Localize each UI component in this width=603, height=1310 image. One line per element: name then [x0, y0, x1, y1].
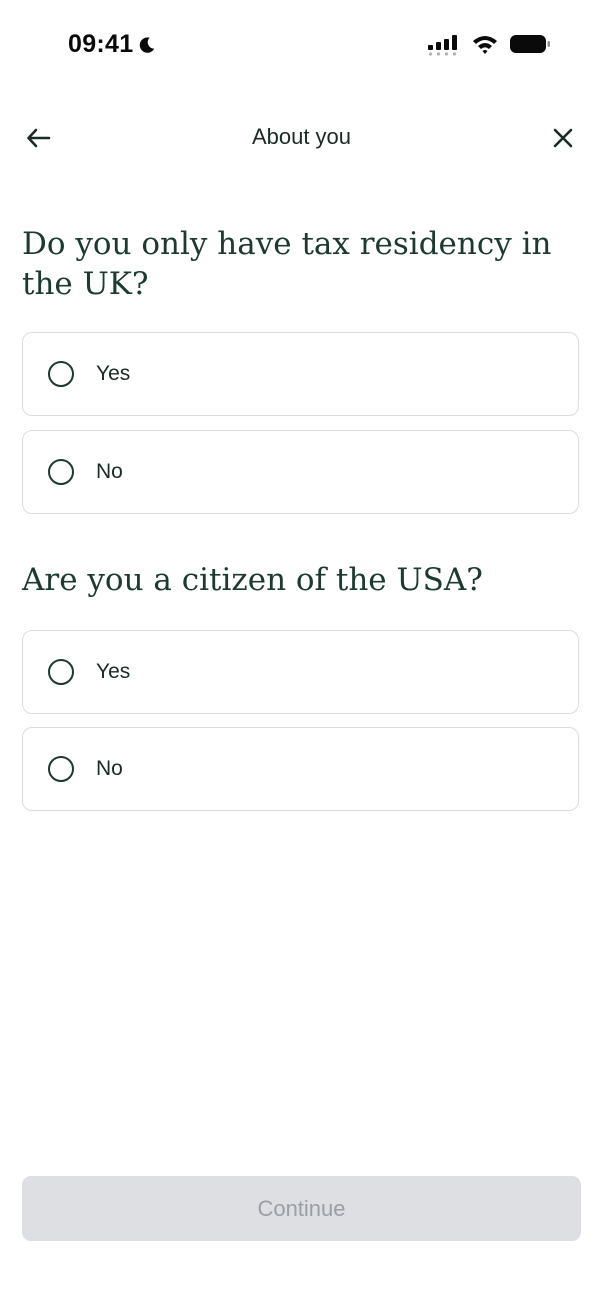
- option-label: Yes: [96, 362, 131, 385]
- status-time: 09:41: [68, 30, 156, 59]
- radio-button-icon[interactable]: [48, 459, 74, 485]
- status-bar: 09:41: [0, 0, 603, 90]
- status-icons: [427, 30, 551, 58]
- radio-button-icon[interactable]: [48, 361, 74, 387]
- status-time-text: 09:41: [68, 30, 134, 58]
- page-title: About you: [251, 124, 352, 149]
- close-button[interactable]: [547, 122, 579, 154]
- option-label: Yes: [96, 660, 131, 683]
- close-icon: [553, 128, 573, 148]
- moon-icon: [140, 36, 155, 53]
- radio-button-icon[interactable]: [48, 756, 74, 782]
- question-tax-residency: Do you only have tax residency in the UK…: [22, 226, 552, 302]
- wifi-icon: [473, 36, 497, 54]
- question-us-citizen: Are you a citizen of the USA?: [22, 562, 483, 598]
- cellular-signal-icon: [428, 35, 457, 56]
- continue-button[interactable]: Continue: [22, 1176, 581, 1241]
- option-label: No: [96, 757, 123, 780]
- option-tax-residency-yes[interactable]: Yes: [22, 332, 579, 416]
- option-us-citizen-no[interactable]: No: [22, 727, 579, 811]
- radio-button-icon[interactable]: [48, 659, 74, 685]
- header: About you: [0, 110, 603, 166]
- battery-icon: [510, 35, 550, 53]
- option-tax-residency-no[interactable]: No: [22, 430, 579, 514]
- option-label: No: [96, 460, 123, 483]
- option-us-citizen-yes[interactable]: Yes: [22, 630, 579, 714]
